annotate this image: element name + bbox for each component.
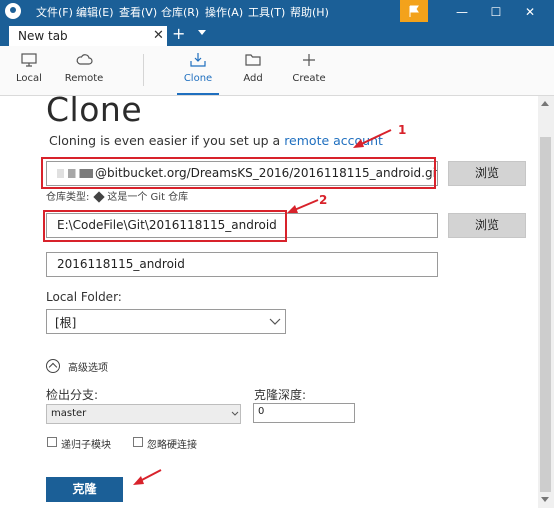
hint-text: Cloning is even easier if you set up a r… <box>49 133 383 148</box>
clone-submit-button[interactable]: 克隆 <box>46 477 123 502</box>
toolbar-local-button[interactable]: Local <box>4 52 54 92</box>
checkout-branch-label: 检出分支: <box>46 388 99 402</box>
toolbar-create-button[interactable]: Create <box>284 52 334 92</box>
close-window-button[interactable]: ✕ <box>513 0 547 23</box>
menu-tools[interactable]: 工具(T) <box>248 4 285 20</box>
annotation-arrow-3 <box>133 469 162 485</box>
clone-depth-input[interactable]: 0 <box>253 403 355 423</box>
maximize-button[interactable]: ☐ <box>479 0 513 23</box>
tab-menu-chevron-icon[interactable] <box>198 30 206 35</box>
menu-edit[interactable]: 编辑(E) <box>76 4 114 20</box>
browse-source-button[interactable]: 浏览 <box>448 161 526 186</box>
tab-close-icon[interactable]: ✕ <box>153 28 164 43</box>
cloud-icon <box>76 54 93 65</box>
repo-name-field[interactable]: 2016118115_android <box>46 252 438 277</box>
toolbar-remote-label: Remote <box>64 73 104 84</box>
repo-type-value: 这是一个 Git 仓库 <box>107 192 189 203</box>
checkout-branch-select[interactable]: master <box>46 404 241 424</box>
close-icon: ✕ <box>524 4 536 19</box>
toolbar-clone-button[interactable]: Clone <box>173 52 223 92</box>
app-logo-icon <box>5 3 21 19</box>
toolbar-remote-button[interactable]: Remote <box>59 52 109 92</box>
toolbar-clone-label: Clone <box>183 73 213 84</box>
browse-destination-button[interactable]: 浏览 <box>448 213 526 238</box>
annotation-number-1: 1 <box>398 123 407 137</box>
flag-icon <box>409 5 419 17</box>
highlight-box-source <box>41 157 436 189</box>
repo-type: 仓库类型: 这是一个 Git 仓库 <box>46 188 188 203</box>
toolbar-local-label: Local <box>16 73 42 84</box>
recurse-submodules-label: 递归子模块 <box>61 440 111 451</box>
active-tab-indicator <box>177 93 219 95</box>
plus-icon <box>303 54 315 66</box>
ignore-hardlinks-checkbox[interactable] <box>133 437 143 447</box>
maximize-icon: ☐ <box>490 4 502 19</box>
folder-icon <box>245 54 261 66</box>
toolbar-separator <box>143 54 144 86</box>
tab-new[interactable]: New tab ✕ <box>8 25 168 46</box>
add-tab-icon[interactable]: + <box>172 25 185 43</box>
toolbar-add-button[interactable]: Add <box>228 52 278 92</box>
flag-button[interactable] <box>400 0 428 22</box>
hint-text-body: Cloning is even easier if you set up a <box>49 133 285 148</box>
git-diamond-icon <box>93 191 106 203</box>
annotation-arrow-1 <box>353 129 392 148</box>
repo-type-label: 仓库类型: <box>46 192 90 203</box>
branch-chevron-down-icon <box>231 411 239 416</box>
minimize-icon: — <box>456 4 468 19</box>
menu-help[interactable]: 帮助(H) <box>290 4 329 20</box>
clone-depth-label: 克隆深度: <box>254 388 307 402</box>
menu-repository[interactable]: 仓库(R) <box>161 4 199 20</box>
scroll-up-icon[interactable] <box>541 101 549 106</box>
menu-file[interactable]: 文件(F) <box>36 4 73 20</box>
menu-view[interactable]: 查看(V) <box>119 4 157 20</box>
local-folder-label: Local Folder: <box>46 290 122 304</box>
recurse-submodules-checkbox[interactable] <box>47 437 57 447</box>
collapse-advanced-icon[interactable] <box>46 359 60 373</box>
download-tray-icon <box>190 53 206 67</box>
toolbar-add-label: Add <box>243 73 263 84</box>
monitor-icon <box>21 53 37 67</box>
scroll-down-icon[interactable] <box>541 497 549 502</box>
tab-label: New tab <box>18 29 68 43</box>
ignore-hardlinks-label: 忽略硬连接 <box>147 440 197 451</box>
toolbar-create-label: Create <box>292 73 326 84</box>
checkout-branch-value: master <box>51 408 87 419</box>
advanced-options-label[interactable]: 高级选项 <box>68 359 108 374</box>
menu-actions[interactable]: 操作(A) <box>205 4 243 20</box>
minimize-button[interactable]: — <box>445 0 479 23</box>
highlight-box-destination <box>43 210 287 242</box>
local-folder-select[interactable]: [根] <box>46 309 286 334</box>
page-title: Clone <box>46 90 143 129</box>
chevron-down-icon <box>269 318 281 325</box>
scrollbar-thumb[interactable] <box>540 137 551 492</box>
local-folder-value: [根] <box>55 316 77 330</box>
